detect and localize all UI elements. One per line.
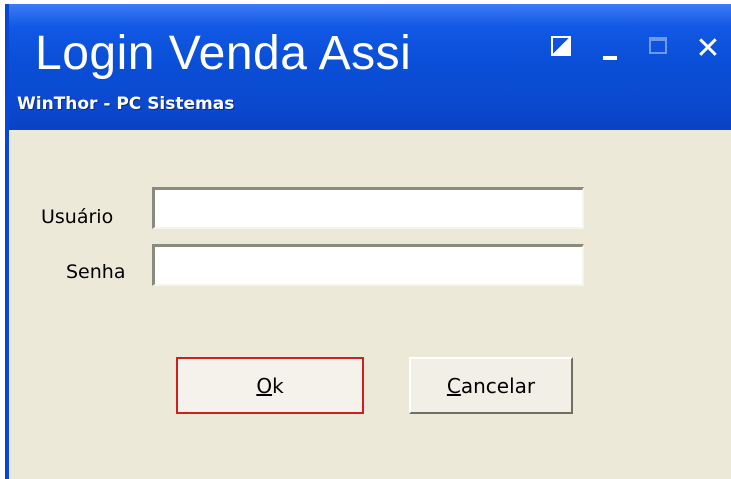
custom-icon bbox=[551, 36, 571, 56]
ok-mnemonic: O bbox=[256, 373, 273, 398]
cancel-button[interactable]: Cancelar bbox=[409, 357, 573, 414]
ok-button[interactable]: Ok bbox=[176, 357, 364, 414]
password-label: Senha bbox=[66, 261, 126, 283]
maximize-button[interactable] bbox=[647, 36, 673, 62]
login-window: Login Venda Assi WinThor - PC Sistemas ✕… bbox=[5, 4, 731, 479]
close-icon: ✕ bbox=[695, 31, 721, 66]
password-input[interactable] bbox=[152, 244, 584, 286]
ok-label: k bbox=[272, 373, 284, 398]
title-bar-buttons: ✕ bbox=[529, 34, 721, 64]
user-input[interactable] bbox=[152, 187, 584, 229]
cancel-mnemonic: C bbox=[446, 373, 461, 398]
close-button[interactable]: ✕ bbox=[695, 34, 721, 64]
cancel-label: ancelar bbox=[460, 373, 536, 398]
window-title: Login Venda Assi bbox=[35, 27, 412, 80]
title-bar[interactable]: Login Venda Assi WinThor - PC Sistemas ✕ bbox=[9, 4, 731, 130]
user-label: Usuário bbox=[41, 206, 114, 228]
custom-window-button[interactable] bbox=[551, 36, 577, 62]
minimize-button[interactable] bbox=[599, 36, 625, 62]
window-subtitle: WinThor - PC Sistemas bbox=[17, 94, 235, 114]
